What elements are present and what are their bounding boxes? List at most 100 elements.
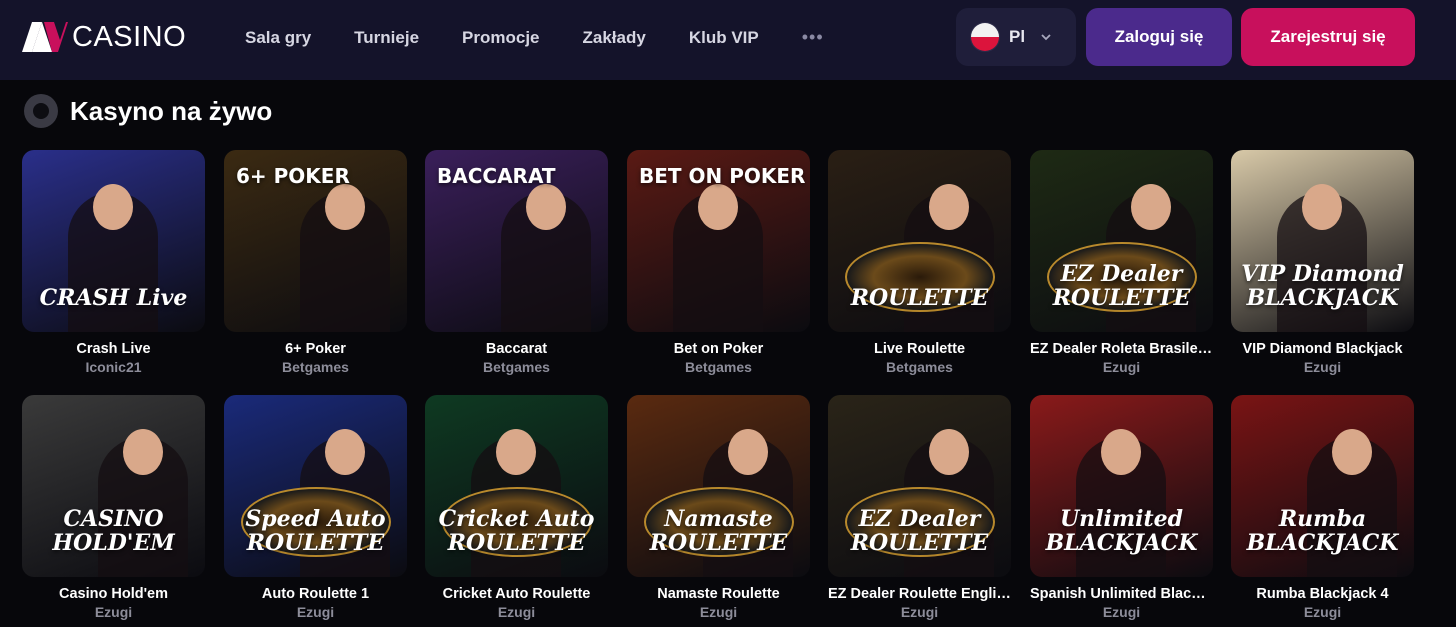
dealer-head bbox=[93, 184, 133, 230]
game-provider: Ezugi bbox=[1303, 359, 1342, 375]
game-thumbnail[interactable]: BET ON POKER bbox=[627, 150, 810, 332]
game-card[interactable]: Cricket Auto ROULETTE Cricket Auto Roulet… bbox=[425, 395, 608, 622]
game-card[interactable]: CRASH Live Crash Live Iconic21 bbox=[22, 150, 205, 377]
game-card[interactable]: Rumba BLACKJACK Rumba Blackjack 4 Ezugi bbox=[1231, 395, 1414, 622]
game-name[interactable]: Auto Roulette 1 bbox=[224, 585, 407, 603]
dealer-head bbox=[496, 429, 536, 475]
dealer-head bbox=[728, 429, 768, 475]
game-name[interactable]: Rumba Blackjack 4 bbox=[1231, 585, 1414, 603]
dealer-head bbox=[1131, 184, 1171, 230]
thumbnail-title: EZ Dealer ROULETTE bbox=[850, 506, 989, 556]
dealer-head bbox=[1101, 429, 1141, 475]
dealer-head bbox=[1332, 429, 1372, 475]
thumbnail-title: BACCARAT bbox=[437, 164, 556, 188]
nav-item-klub-vip[interactable]: Klub VIP bbox=[689, 27, 759, 49]
game-name[interactable]: Namaste Roulette bbox=[627, 585, 810, 603]
game-thumbnail[interactable]: Namaste ROULETTE bbox=[627, 395, 810, 577]
language-code: Pl bbox=[1009, 27, 1026, 46]
game-card[interactable]: BET ON POKER Bet on Poker Betgames bbox=[627, 150, 810, 377]
dealer-head bbox=[526, 184, 566, 230]
logo-mark-icon bbox=[22, 22, 68, 52]
dealer-head bbox=[325, 184, 365, 230]
game-thumbnail[interactable]: Speed Auto ROULETTE bbox=[224, 395, 407, 577]
game-provider: Ezugi bbox=[497, 604, 536, 620]
thumbnail-title: BET ON POKER bbox=[639, 164, 806, 188]
more-menu-icon[interactable]: ••• bbox=[802, 27, 824, 49]
nav-item-turnieje[interactable]: Turnieje bbox=[354, 27, 419, 49]
game-provider: Ezugi bbox=[1303, 604, 1342, 620]
game-name[interactable]: VIP Diamond Blackjack bbox=[1231, 340, 1414, 358]
game-provider: Ezugi bbox=[296, 604, 335, 620]
game-provider: Ezugi bbox=[94, 604, 133, 620]
thumbnail-title: ROULETTE bbox=[850, 285, 989, 311]
game-provider: Betgames bbox=[886, 359, 953, 375]
thumbnail-title: VIP Diamond BLACKJACK bbox=[1241, 261, 1404, 311]
language-selector[interactable]: Pl bbox=[956, 8, 1076, 66]
game-name[interactable]: Bet on Poker bbox=[627, 340, 810, 358]
game-thumbnail[interactable]: ROULETTE bbox=[828, 150, 1011, 332]
login-button[interactable]: Zaloguj się bbox=[1086, 8, 1232, 66]
game-thumbnail[interactable]: EZ Dealer ROULETTE bbox=[1030, 150, 1213, 332]
game-provider: Ezugi bbox=[900, 604, 939, 620]
dealer-head bbox=[929, 429, 969, 475]
game-card[interactable]: BACCARAT Baccarat Betgames bbox=[425, 150, 608, 377]
nav-item-zaklady[interactable]: Zakłady bbox=[583, 27, 646, 49]
game-thumbnail[interactable]: CRASH Live bbox=[22, 150, 205, 332]
game-name[interactable]: EZ Dealer Roulette English bbox=[828, 585, 1011, 603]
game-card[interactable]: CASINO HOLD'EM Casino Hold'em Ezugi bbox=[22, 395, 205, 622]
game-provider: Ezugi bbox=[699, 604, 738, 620]
section-header: Kasyno na żywo bbox=[24, 94, 272, 128]
game-thumbnail[interactable]: Rumba BLACKJACK bbox=[1231, 395, 1414, 577]
game-provider: Betgames bbox=[282, 359, 349, 375]
game-card[interactable]: Unlimited BLACKJACK Spanish Unlimited Bla… bbox=[1030, 395, 1213, 622]
game-provider: Betgames bbox=[685, 359, 752, 375]
game-name[interactable]: EZ Dealer Roleta Brasileira bbox=[1030, 340, 1213, 358]
game-thumbnail[interactable]: CASINO HOLD'EM bbox=[22, 395, 205, 577]
game-thumbnail[interactable]: Cricket Auto ROULETTE bbox=[425, 395, 608, 577]
game-card[interactable]: Speed Auto ROULETTE Auto Roulette 1 Ezugi bbox=[224, 395, 407, 622]
poland-flag-icon bbox=[970, 22, 1000, 52]
register-button[interactable]: Zarejestruj się bbox=[1241, 8, 1415, 66]
site-logo[interactable]: CASINO bbox=[22, 22, 186, 52]
top-header: CASINO Sala gry Turnieje Promocje Zakład… bbox=[0, 0, 1456, 80]
game-provider: Betgames bbox=[483, 359, 550, 375]
thumbnail-title: Speed Auto ROULETTE bbox=[245, 506, 386, 556]
game-name[interactable]: Live Roulette bbox=[828, 340, 1011, 358]
game-card[interactable]: Namaste ROULETTE Namaste Roulette Ezugi bbox=[627, 395, 810, 622]
dealer-head bbox=[929, 184, 969, 230]
game-thumbnail[interactable]: Unlimited BLACKJACK bbox=[1030, 395, 1213, 577]
game-card[interactable]: VIP Diamond BLACKJACK VIP Diamond Blackja… bbox=[1231, 150, 1414, 377]
game-name[interactable]: Casino Hold'em bbox=[22, 585, 205, 603]
chevron-down-icon bbox=[1041, 34, 1051, 41]
thumbnail-title: 6+ POKER bbox=[236, 164, 350, 188]
thumbnail-title: CRASH Live bbox=[39, 285, 188, 311]
game-card[interactable]: EZ Dealer ROULETTE EZ Dealer Roleta Brasi… bbox=[1030, 150, 1213, 377]
nav-item-promocje[interactable]: Promocje bbox=[462, 27, 539, 49]
game-thumbnail[interactable]: 6+ POKER bbox=[224, 150, 407, 332]
dealer-head bbox=[123, 429, 163, 475]
game-thumbnail[interactable]: EZ Dealer ROULETTE bbox=[828, 395, 1011, 577]
game-card[interactable]: EZ Dealer ROULETTE EZ Dealer Roulette Eng… bbox=[828, 395, 1011, 622]
live-icon bbox=[24, 94, 58, 128]
thumbnail-title: Rumba BLACKJACK bbox=[1246, 506, 1399, 556]
dealer-head bbox=[325, 429, 365, 475]
logo-text: CASINO bbox=[72, 21, 187, 53]
main-nav: Sala gry Turnieje Promocje Zakłady Klub … bbox=[245, 27, 824, 49]
game-provider: Ezugi bbox=[1102, 359, 1141, 375]
thumbnail-title: Cricket Auto ROULETTE bbox=[438, 506, 595, 556]
game-name[interactable]: 6+ Poker bbox=[224, 340, 407, 358]
game-name[interactable]: Crash Live bbox=[22, 340, 205, 358]
game-name[interactable]: Baccarat bbox=[425, 340, 608, 358]
game-thumbnail[interactable]: VIP Diamond BLACKJACK bbox=[1231, 150, 1414, 332]
game-name[interactable]: Cricket Auto Roulette bbox=[425, 585, 608, 603]
thumbnail-title: CASINO HOLD'EM bbox=[52, 506, 175, 556]
game-thumbnail[interactable]: BACCARAT bbox=[425, 150, 608, 332]
section-title: Kasyno na żywo bbox=[70, 95, 273, 126]
game-provider: Iconic21 bbox=[85, 359, 142, 375]
nav-item-sala-gry[interactable]: Sala gry bbox=[245, 27, 311, 49]
game-name[interactable]: Spanish Unlimited Blackjack bbox=[1030, 585, 1213, 603]
thumbnail-title: Unlimited BLACKJACK bbox=[1045, 506, 1198, 556]
game-provider: Ezugi bbox=[1102, 604, 1141, 620]
game-card[interactable]: 6+ POKER 6+ Poker Betgames bbox=[224, 150, 407, 377]
game-card[interactable]: ROULETTE Live Roulette Betgames bbox=[828, 150, 1011, 377]
